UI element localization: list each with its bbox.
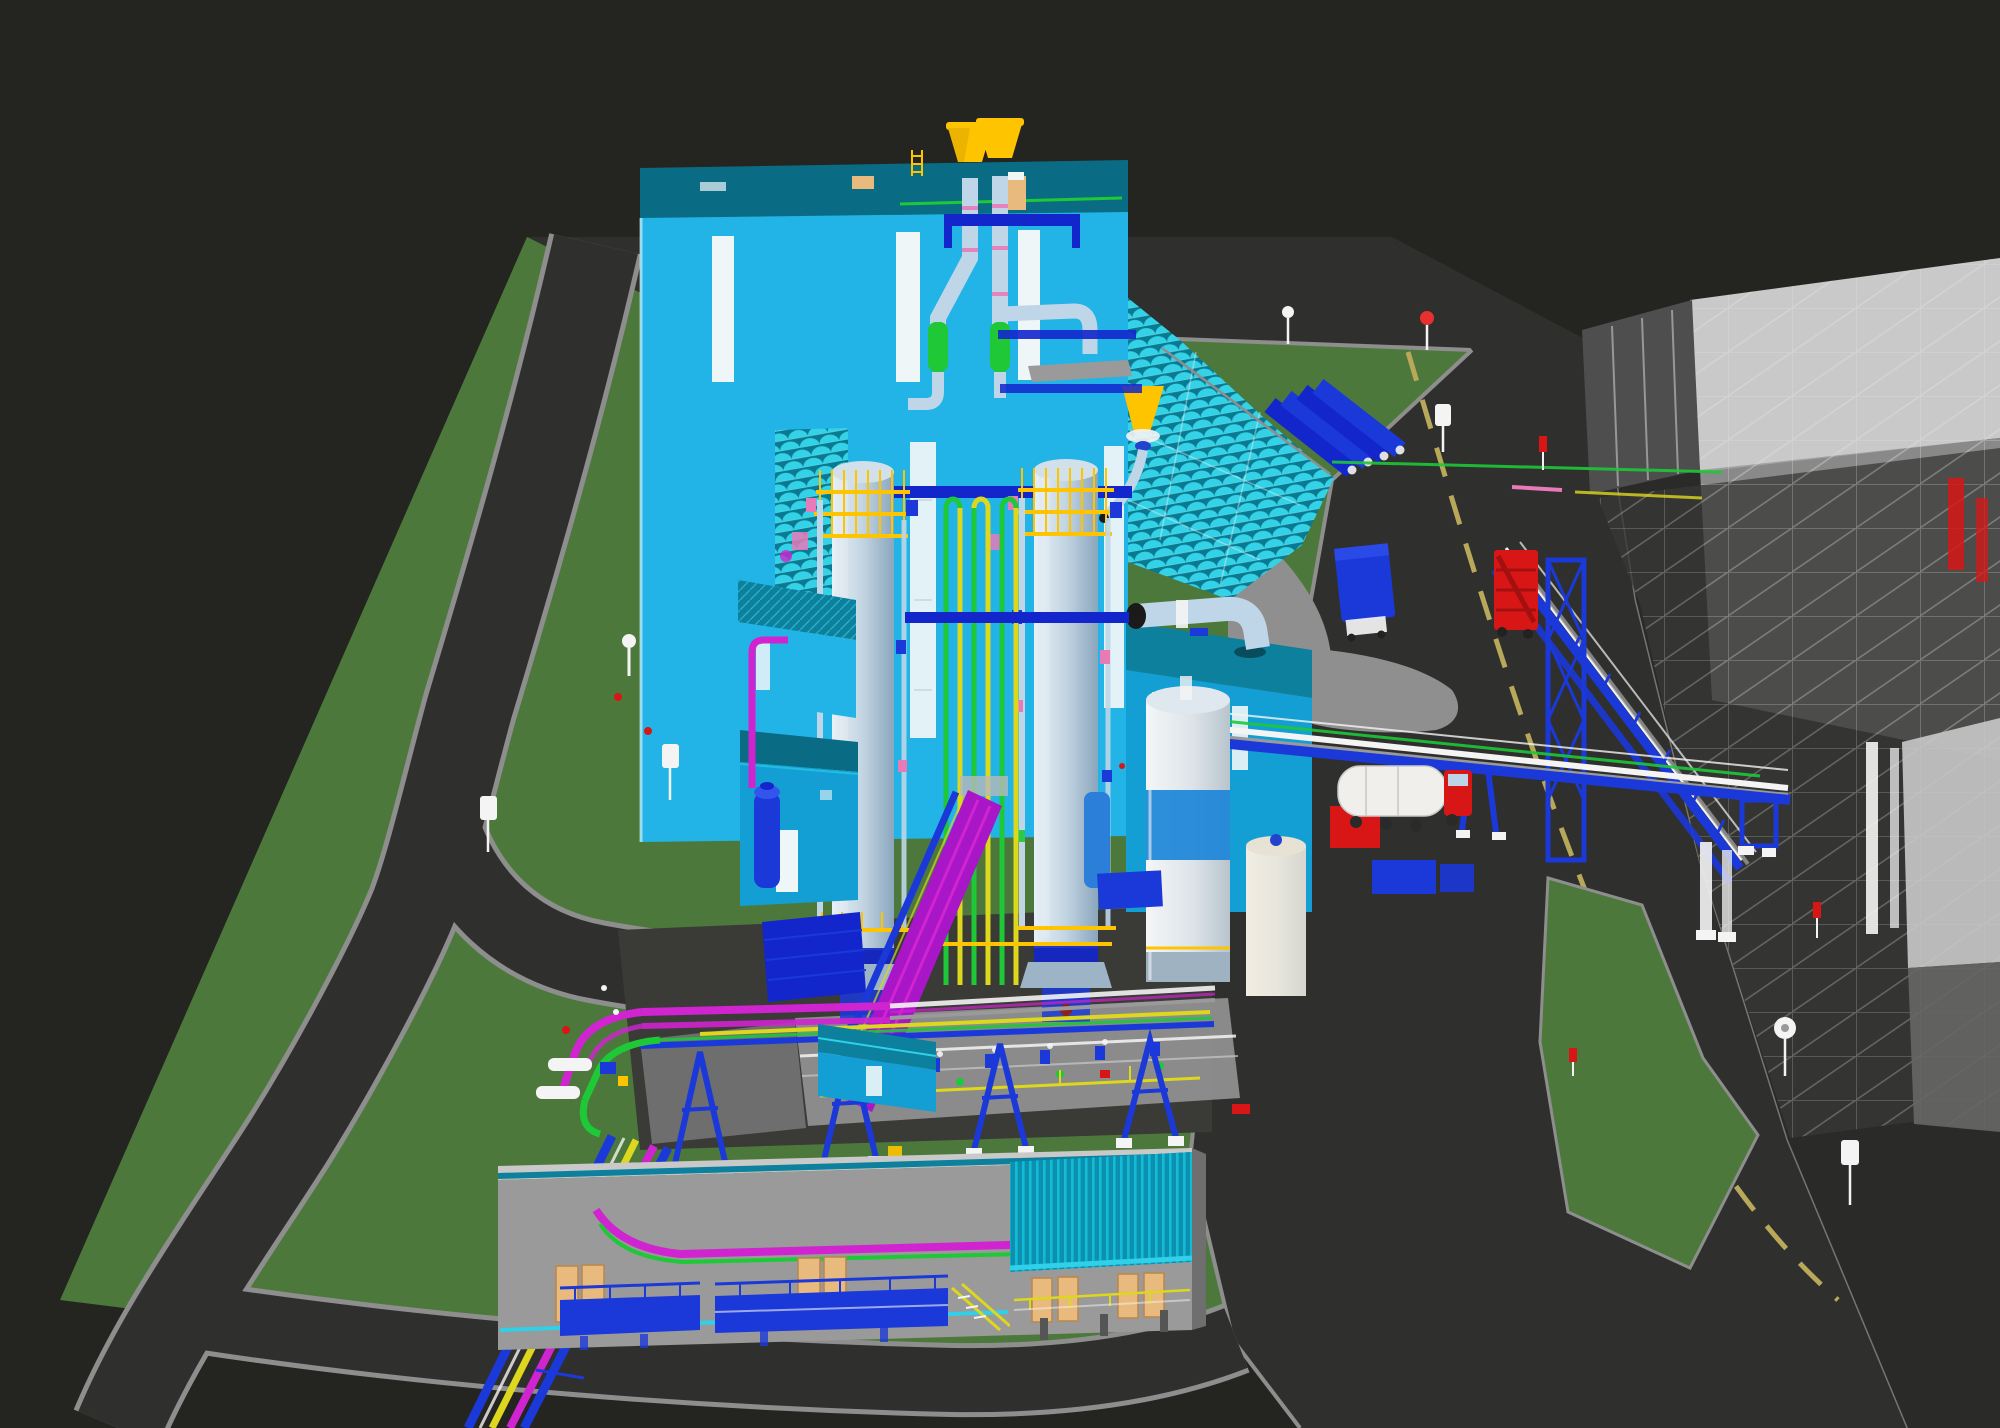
cream-storage-tank-small	[1246, 834, 1306, 996]
teal-striped-annex	[1010, 1152, 1192, 1340]
white-bollard	[601, 985, 607, 991]
blue-skip	[1097, 870, 1163, 909]
roof-vent	[852, 176, 874, 189]
white-column	[1890, 748, 1899, 928]
red-column	[1948, 478, 1964, 570]
red-column	[1976, 498, 1988, 582]
model-viewport[interactable]	[0, 0, 2000, 1428]
white-column	[1866, 742, 1878, 934]
white-storage-tank-large	[1146, 676, 1230, 982]
green-pipe-segment	[990, 322, 1010, 372]
blue-container	[1372, 860, 1436, 894]
green-pipe-segment	[928, 322, 948, 372]
dark-panel-array	[762, 912, 866, 1002]
red-road-marker	[1232, 1104, 1250, 1114]
ghost-dark-block	[1582, 300, 1700, 494]
red-crane-vehicle	[1494, 550, 1538, 639]
door	[866, 1066, 882, 1096]
roof-door	[1006, 176, 1026, 210]
scene-canvas	[0, 0, 2000, 1428]
white-bollard	[613, 1009, 619, 1015]
warehouse-building	[498, 1148, 1206, 1350]
stack-support-beam	[944, 214, 1080, 226]
